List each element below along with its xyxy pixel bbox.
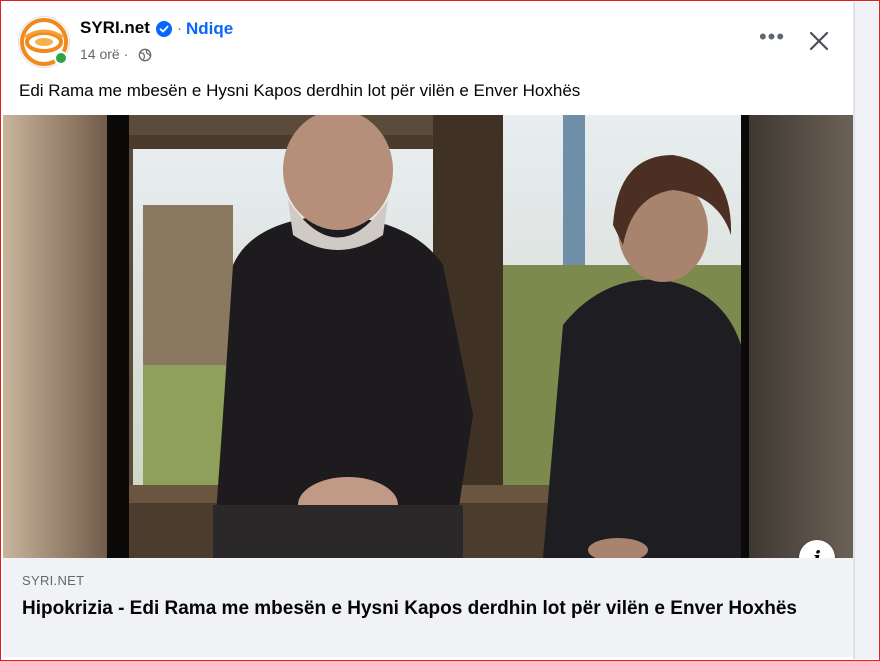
follow-button[interactable]: Ndiqe bbox=[186, 19, 233, 39]
more-options-button[interactable]: ••• bbox=[754, 24, 790, 60]
post-caption: Edi Rama me mbesën e Hysni Kapos derdhin… bbox=[19, 81, 581, 100]
link-preview[interactable]: SYRI.NET Hipokrizia - Edi Rama me mbesën… bbox=[3, 558, 853, 657]
close-icon[interactable] bbox=[802, 24, 836, 58]
post-timestamp[interactable]: 14 orë · bbox=[80, 46, 128, 62]
verified-badge-icon bbox=[156, 21, 172, 37]
globe-icon bbox=[138, 48, 152, 62]
link-domain: SYRI.NET bbox=[22, 573, 85, 588]
video-still bbox=[3, 115, 853, 558]
online-status-dot bbox=[54, 51, 68, 65]
post-image[interactable] bbox=[3, 115, 853, 558]
link-title[interactable]: Hipokrizia - Edi Rama me mbesën e Hysni … bbox=[22, 597, 812, 621]
page-name-link[interactable]: SYRI.net bbox=[80, 18, 150, 38]
feed-background bbox=[854, 2, 878, 659]
more-options-icon: ••• bbox=[758, 24, 786, 49]
header-separator: · bbox=[177, 20, 182, 37]
